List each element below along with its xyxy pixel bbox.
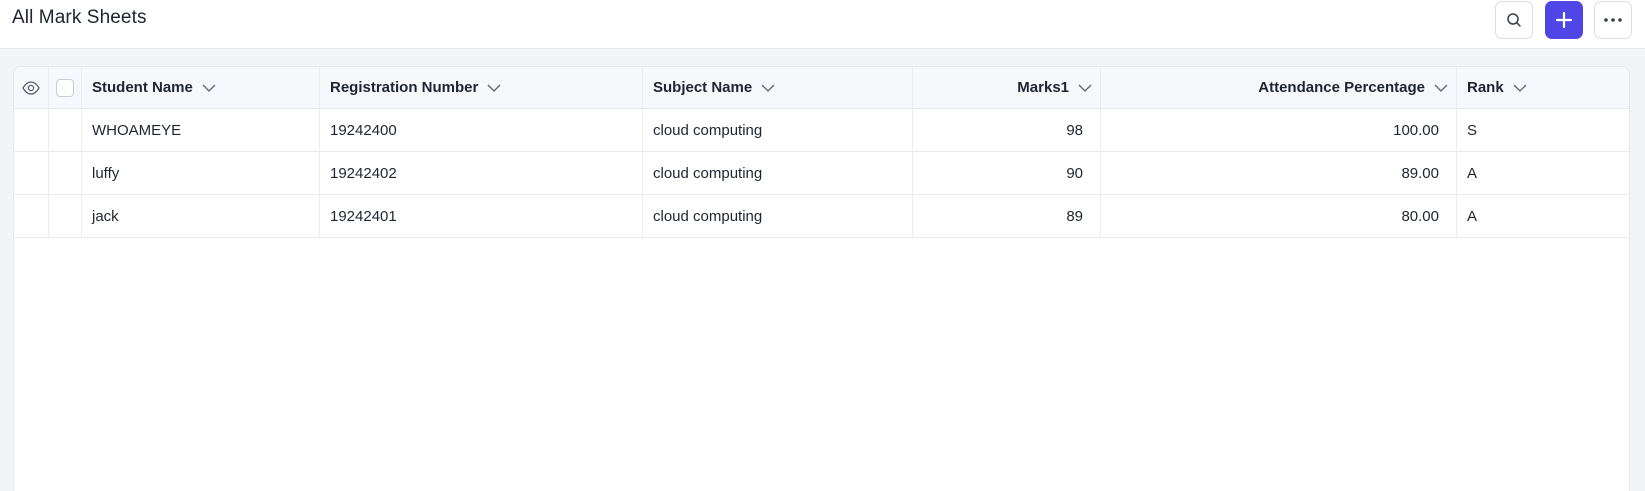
row-eye-cell: [14, 152, 49, 194]
cell-attendance-percentage[interactable]: 80.00: [1101, 195, 1457, 237]
column-visibility-toggle[interactable]: [14, 67, 49, 108]
column-header-label: Subject Name: [653, 79, 753, 96]
chevron-down-icon[interactable]: [1513, 84, 1527, 92]
column-header-rank[interactable]: Rank: [1457, 67, 1629, 108]
cell-rank[interactable]: A: [1457, 152, 1629, 194]
column-header-attendance-percentage[interactable]: Attendance Percentage: [1101, 67, 1457, 108]
row-eye-cell: [14, 109, 49, 151]
chevron-down-icon[interactable]: [1434, 84, 1448, 92]
cell-registration-number[interactable]: 19242401: [320, 195, 643, 237]
search-button[interactable]: [1495, 1, 1533, 39]
eye-icon: [22, 80, 40, 95]
add-button[interactable]: [1545, 1, 1583, 39]
table-row[interactable]: WHOAMEYE 19242400 cloud computing 98 100…: [14, 109, 1629, 152]
chevron-down-icon[interactable]: [1078, 84, 1092, 92]
select-all-checkbox[interactable]: [49, 67, 82, 108]
page-title: All Mark Sheets: [12, 7, 147, 28]
cell-marks1[interactable]: 90: [913, 152, 1101, 194]
cell-student-name[interactable]: WHOAMEYE: [82, 109, 320, 151]
cell-attendance-percentage[interactable]: 100.00: [1101, 109, 1457, 151]
checkbox-box[interactable]: [56, 78, 74, 97]
more-options-button[interactable]: [1594, 1, 1632, 39]
plus-icon: [1555, 11, 1573, 29]
cell-marks1[interactable]: 98: [913, 109, 1101, 151]
chevron-down-icon[interactable]: [202, 84, 216, 92]
more-horizontal-icon: [1604, 18, 1622, 22]
table-header: Student Name Registration Number Subject…: [14, 67, 1629, 109]
mark-sheets-table: Student Name Registration Number Subject…: [13, 66, 1630, 491]
cell-marks1[interactable]: 89: [913, 195, 1101, 237]
table-row[interactable]: luffy 19242402 cloud computing 90 89.00 …: [14, 152, 1629, 195]
cell-registration-number[interactable]: 19242400: [320, 109, 643, 151]
column-header-label: Attendance Percentage: [1258, 79, 1425, 96]
row-select-cell[interactable]: [49, 195, 82, 237]
row-select-cell[interactable]: [49, 109, 82, 151]
chevron-down-icon[interactable]: [487, 84, 501, 92]
cell-rank[interactable]: A: [1457, 195, 1629, 237]
search-icon: [1507, 13, 1521, 27]
column-header-label: Marks1: [1017, 79, 1069, 96]
chevron-down-icon[interactable]: [761, 84, 775, 92]
column-header-label: Registration Number: [330, 79, 479, 96]
top-bar: All Mark Sheets: [0, 0, 1645, 49]
column-header-label: Student Name: [92, 79, 193, 96]
row-select-cell[interactable]: [49, 152, 82, 194]
column-header-label: Rank: [1467, 79, 1504, 96]
table-row[interactable]: jack 19242401 cloud computing 89 80.00 A: [14, 195, 1629, 238]
cell-student-name[interactable]: jack: [82, 195, 320, 237]
column-header-marks1[interactable]: Marks1: [913, 67, 1101, 108]
column-header-subject-name[interactable]: Subject Name: [643, 67, 913, 108]
row-eye-cell: [14, 195, 49, 237]
cell-subject-name[interactable]: cloud computing: [643, 109, 913, 151]
cell-rank[interactable]: S: [1457, 109, 1629, 151]
cell-attendance-percentage[interactable]: 89.00: [1101, 152, 1457, 194]
cell-subject-name[interactable]: cloud computing: [643, 195, 913, 237]
column-header-student-name[interactable]: Student Name: [82, 67, 320, 108]
cell-student-name[interactable]: luffy: [82, 152, 320, 194]
cell-subject-name[interactable]: cloud computing: [643, 152, 913, 194]
cell-registration-number[interactable]: 19242402: [320, 152, 643, 194]
column-header-registration-number[interactable]: Registration Number: [320, 67, 643, 108]
